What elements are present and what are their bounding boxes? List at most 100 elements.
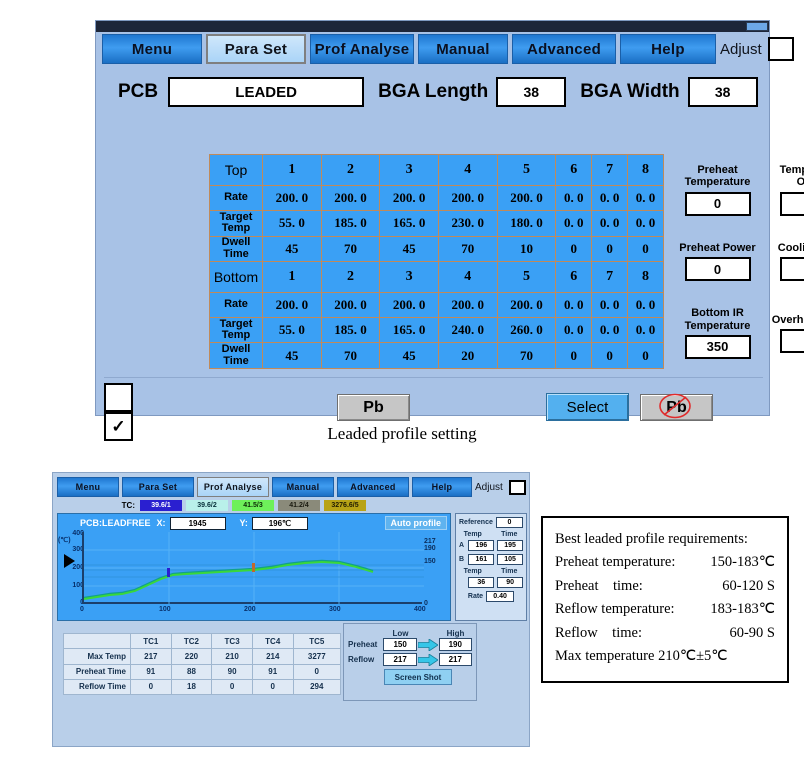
chart-plot-area[interactable] — [82, 532, 424, 604]
param-value-field[interactable]: 0 — [684, 257, 751, 282]
cell-bottom-dwell-1[interactable]: 45 — [262, 342, 322, 369]
cell-reflow-time-tc3: 0 — [211, 678, 253, 696]
cell-bottom-rate-7[interactable]: 0. 0 — [591, 291, 629, 319]
tab2-para-set[interactable]: Para Set — [122, 477, 194, 497]
cell-bottom-target-8[interactable]: 0. 0 — [627, 316, 664, 344]
chart-y-value[interactable]: 196℃ — [251, 516, 308, 530]
bga-width-field[interactable]: 38 — [687, 77, 758, 107]
cell-bottom-rate-1[interactable]: 200. 0 — [262, 291, 322, 319]
cell-top-rate-8[interactable]: 0. 0 — [627, 184, 664, 212]
reference-delta-temp[interactable]: 36 — [468, 577, 495, 588]
tab-help[interactable]: Help — [620, 34, 716, 64]
preheat-low-field[interactable]: 150 — [383, 638, 417, 651]
preheat-high-field[interactable]: 190 — [438, 638, 472, 651]
pb-free-button[interactable]: Pb — [640, 393, 713, 421]
tab2-menu[interactable]: Menu — [57, 477, 119, 497]
cell-top-dwell-1[interactable]: 45 — [262, 235, 322, 262]
cell-top-dwell-2[interactable]: 70 — [320, 235, 381, 262]
reference-delta-time[interactable]: 90 — [497, 577, 523, 588]
cell-top-rate-4[interactable]: 200. 0 — [437, 184, 498, 212]
cell-top-rate-5[interactable]: 200. 0 — [496, 184, 557, 212]
cell-top-rate-3[interactable]: 200. 0 — [379, 184, 439, 212]
cell-bottom-target-1[interactable]: 55. 0 — [262, 316, 322, 344]
cell-bottom-dwell-6[interactable]: 0 — [555, 342, 593, 369]
cell-bottom-dwell-3[interactable]: 45 — [379, 342, 439, 369]
cell-top-dwell-6[interactable]: 0 — [555, 235, 593, 262]
bga-length-field[interactable]: 38 — [496, 77, 567, 107]
top-col-6: 6 — [555, 154, 593, 186]
cell-top-dwell-8[interactable]: 0 — [627, 235, 664, 262]
reference-b-temp[interactable]: 161 — [468, 554, 495, 565]
titlebar-right-button[interactable] — [746, 22, 768, 31]
cell-max-temp-tc4: 214 — [251, 648, 294, 665]
param-value-field[interactable]: 40 — [779, 257, 804, 282]
reference-a-time[interactable]: 195 — [497, 540, 523, 551]
reference-rate-value[interactable]: 0.40 — [486, 591, 515, 602]
param-value-field[interactable]: 5 — [779, 328, 804, 353]
cell-bottom-target-3[interactable]: 165. 0 — [379, 316, 439, 344]
param-value-field[interactable]: 0 — [684, 191, 751, 216]
table-row-preheat-time: Preheat Time 91 88 90 91 0 — [63, 663, 342, 680]
reference-value[interactable]: 0 — [495, 517, 523, 528]
cell-top-dwell-4[interactable]: 70 — [437, 235, 498, 262]
cell-bottom-target-4[interactable]: 240. 0 — [437, 316, 498, 344]
chart-x-value[interactable]: 1945 — [169, 516, 226, 530]
cell-top-rate-1[interactable]: 200. 0 — [262, 184, 322, 212]
cell-top-rate-7[interactable]: 0. 0 — [591, 184, 629, 212]
cell-bottom-rate-6[interactable]: 0. 0 — [555, 291, 593, 319]
pb-leaded-button[interactable]: Pb — [337, 394, 410, 421]
cell-bottom-dwell-4[interactable]: 20 — [437, 342, 498, 369]
cell-bottom-dwell-7[interactable]: 0 — [591, 342, 629, 369]
reflow-low-field[interactable]: 217 — [383, 653, 417, 666]
cell-top-target-3[interactable]: 165. 0 — [379, 210, 439, 237]
tab2-prof-analyse[interactable]: Prof Analyse — [197, 477, 269, 497]
cell-top-rate-2[interactable]: 200. 0 — [320, 184, 381, 212]
cell-top-target-5[interactable]: 180. 0 — [496, 210, 557, 237]
threshold-150: 150 — [424, 558, 436, 565]
prof-analyse-screen: Menu Para Set Prof Analyse Manual Advanc… — [52, 472, 530, 747]
cell-bottom-rate-8[interactable]: 0. 0 — [627, 291, 664, 319]
pb-leaded-checkbox[interactable] — [104, 383, 133, 412]
cell-top-target-2[interactable]: 185. 0 — [320, 210, 381, 237]
cell-bottom-rate-5[interactable]: 200. 0 — [496, 291, 557, 319]
cell-bottom-rate-3[interactable]: 200. 0 — [379, 291, 439, 319]
tab-manual[interactable]: Manual — [418, 34, 508, 64]
tab2-advanced[interactable]: Advanced — [337, 477, 409, 497]
cell-bottom-dwell-2[interactable]: 70 — [320, 342, 381, 369]
param-value-field[interactable]: 350 — [684, 334, 751, 359]
tab-advanced[interactable]: Advanced — [512, 34, 616, 64]
reference-b-time[interactable]: 105 — [497, 554, 523, 565]
cell-top-target-6[interactable]: 0. 0 — [555, 210, 593, 237]
cell-top-dwell-7[interactable]: 0 — [591, 235, 629, 262]
cell-bottom-target-5[interactable]: 260. 0 — [496, 316, 557, 344]
cell-bottom-target-6[interactable]: 0. 0 — [555, 316, 593, 344]
cell-bottom-dwell-8[interactable]: 0 — [627, 342, 664, 369]
cell-top-target-8[interactable]: 0. 0 — [627, 210, 664, 237]
bottom-col-6: 6 — [555, 260, 593, 293]
cell-top-rate-6[interactable]: 0. 0 — [555, 184, 593, 212]
cell-top-target-4[interactable]: 230. 0 — [437, 210, 498, 237]
cell-bottom-rate-2[interactable]: 200. 0 — [320, 291, 381, 319]
tab-para-set[interactable]: Para Set — [206, 34, 306, 64]
adjust-checkbox[interactable] — [767, 37, 794, 61]
pcb-type-field[interactable]: LEADED — [168, 77, 365, 107]
cell-top-dwell-3[interactable]: 45 — [379, 235, 439, 262]
adjust-checkbox-2[interactable] — [508, 479, 526, 495]
reflow-high-field[interactable]: 217 — [438, 653, 472, 666]
cell-bottom-rate-4[interactable]: 200. 0 — [437, 291, 498, 319]
cell-bottom-target-7[interactable]: 0. 0 — [591, 316, 629, 344]
screen-shot-button[interactable]: Screen Shot — [384, 669, 452, 685]
cell-top-dwell-5[interactable]: 10 — [496, 235, 557, 262]
select-button[interactable]: Select — [546, 393, 629, 421]
reference-a-temp[interactable]: 196 — [468, 540, 495, 551]
tab2-manual[interactable]: Manual — [272, 477, 334, 497]
tab-prof-analyse[interactable]: Prof Analyse — [310, 34, 414, 64]
param-value-field[interactable]: 0 — [779, 191, 804, 216]
tab-menu[interactable]: Menu — [102, 34, 202, 64]
cell-top-target-7[interactable]: 0. 0 — [591, 210, 629, 237]
cell-bottom-dwell-5[interactable]: 70 — [496, 342, 557, 369]
cell-top-target-1[interactable]: 55. 0 — [262, 210, 322, 237]
cell-bottom-target-2[interactable]: 185. 0 — [320, 316, 381, 344]
auto-profile-button[interactable]: Auto profile — [384, 516, 447, 530]
tab2-help[interactable]: Help — [412, 477, 472, 497]
